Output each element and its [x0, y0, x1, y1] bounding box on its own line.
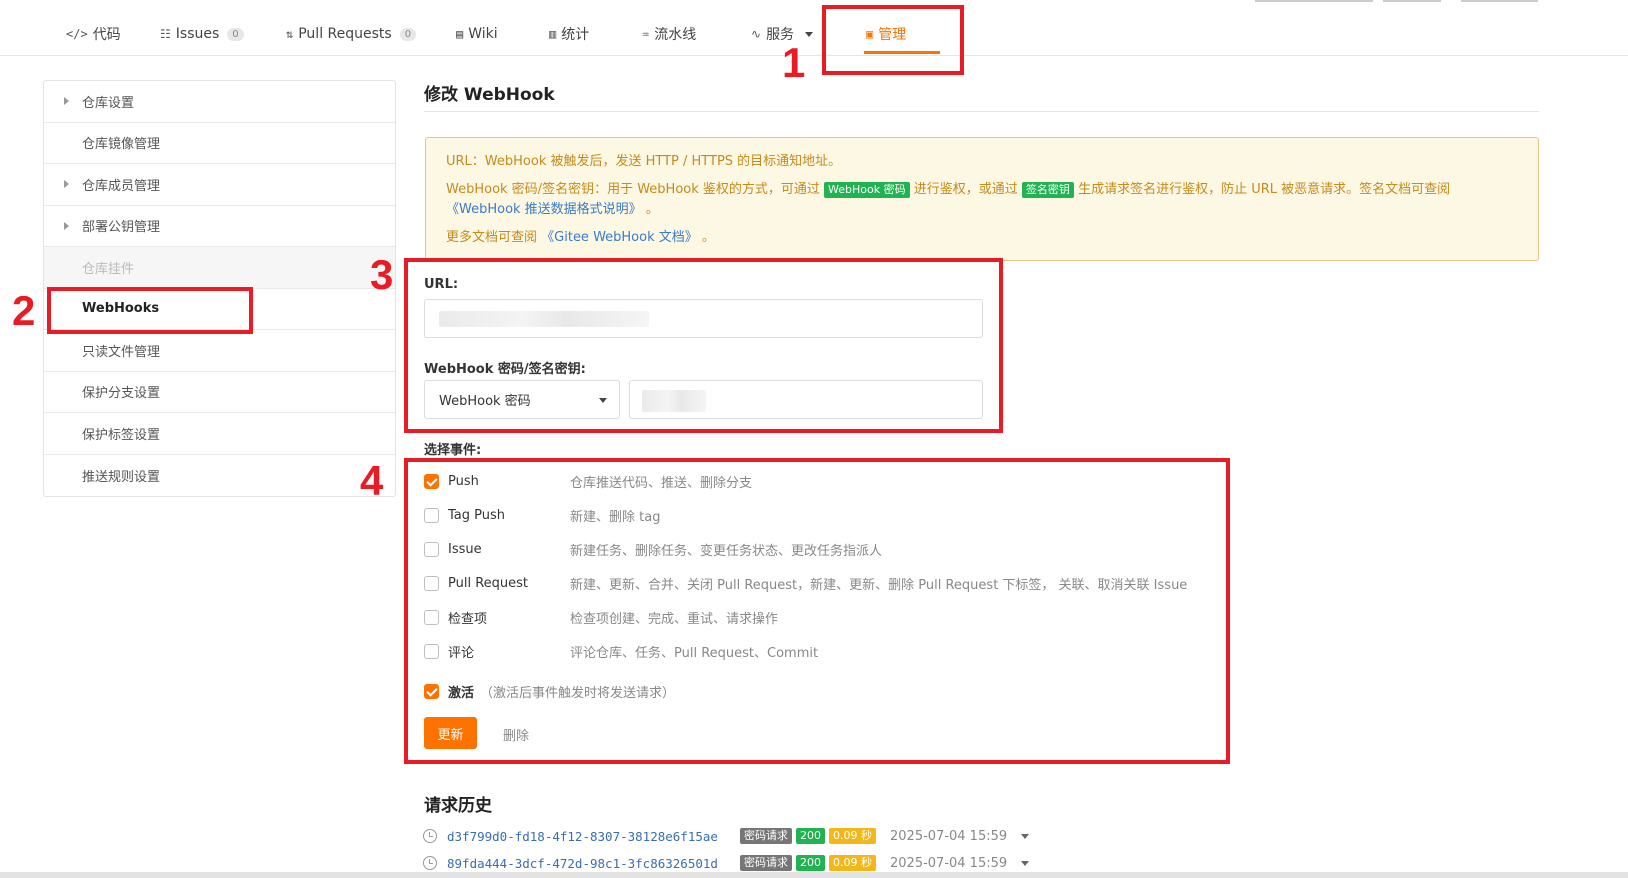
clock-icon — [423, 856, 437, 870]
tab-label: 统计 — [561, 27, 590, 43]
gitee-webhook-doc-link[interactable]: 《Gitee WebHook 文档》 — [541, 230, 698, 245]
notice-text: 生成请求签名进行鉴权，防止 URL 被恶意请求。签名文档可查阅 — [1078, 182, 1451, 197]
pr-count-badge: 0 — [399, 27, 417, 41]
tab-pull-requests[interactable]: ⇅ Pull Requests 0 — [286, 22, 417, 46]
top-edge-stub — [1255, 0, 1373, 2]
duration-badge: 0.09 秒 — [829, 855, 876, 871]
clock-icon — [423, 829, 437, 843]
tab-label: Issues — [175, 26, 220, 42]
request-history-title: 请求历史 — [424, 796, 492, 816]
notice-text: 进行鉴权，或通过 — [913, 182, 1018, 197]
sidebar-item-mirror[interactable]: 仓库镜像管理 — [44, 123, 395, 164]
sidebar-item-members[interactable]: 仓库成员管理 — [44, 164, 395, 206]
tab-label: Pull Requests — [298, 26, 392, 42]
duration-badge: 0.09 秒 — [829, 828, 876, 844]
sidebar-item-label: 仓库挂件 — [82, 261, 135, 277]
repo-nav-bar: </> 代码 ☷ Issues 0 ⇅ Pull Requests 0 ▤ Wi… — [0, 0, 1628, 56]
history-row[interactable]: 89fda444-3dcf-472d-98c1-3fc86326501d 密码请… — [423, 853, 1030, 873]
tab-stats[interactable]: ▥ 统计 — [549, 22, 589, 46]
tab-code[interactable]: </> 代码 — [66, 22, 121, 46]
notice-text: 。 — [645, 202, 659, 217]
top-edge-stub — [1383, 0, 1441, 2]
caret-right-icon — [64, 97, 69, 105]
code-icon: </> — [66, 27, 88, 41]
tab-issues[interactable]: ☷ Issues 0 — [160, 22, 244, 46]
tab-label: 代码 — [92, 27, 121, 43]
push-data-doc-link[interactable]: 《WebHook 推送数据格式说明》 — [446, 202, 642, 217]
notice-text: WebHook 密码/签名密钥：用于 WebHook 鉴权的方式，可通过 — [446, 182, 820, 197]
signature-key-tag: 签名密钥 — [1021, 182, 1074, 198]
notice-docs-line: 更多文档可查阅 《Gitee WebHook 文档》 。 — [446, 228, 1518, 248]
sidebar-item-deploy-keys[interactable]: 部署公钥管理 — [44, 206, 395, 247]
notice-url-line: URL：WebHook 被触发后，发送 HTTP / HTTPS 的目标通知地址… — [446, 154, 842, 169]
request-time: 2025-07-04 15:59 — [890, 855, 1008, 871]
request-time: 2025-07-04 15:59 — [890, 828, 1008, 844]
issues-icon: ☷ — [160, 27, 171, 41]
sidebar-item-push-rules[interactable]: 推送规则设置 — [44, 455, 395, 497]
password-tag: WebHook 密码 — [824, 182, 910, 198]
sidebar-item-repo-settings[interactable]: 仓库设置 — [44, 81, 395, 123]
pulse-icon: ∿ — [751, 27, 762, 41]
annotation-box-3 — [404, 258, 1003, 433]
wiki-icon: ▤ — [456, 27, 464, 41]
sidebar-item-label: 仓库成员管理 — [82, 178, 161, 194]
sidebar-item-widgets: 仓库挂件 — [44, 247, 395, 289]
notice-text: 更多文档可查阅 — [446, 230, 538, 245]
top-edge-stub — [1461, 0, 1538, 2]
issues-count-badge: 0 — [227, 27, 244, 41]
sidebar-item-label: 只读文件管理 — [82, 344, 161, 360]
horizontal-scrollbar[interactable] — [0, 872, 1628, 878]
events-label: 选择事件: — [424, 443, 482, 458]
notice-secret-line: WebHook 密码/签名密钥：用于 WebHook 鉴权的方式，可通过 Web… — [446, 180, 1518, 220]
request-id[interactable]: 89fda444-3dcf-472d-98c1-3fc86326501d — [447, 856, 740, 871]
annotation-number-2: 2 — [12, 287, 36, 334]
sidebar-item-readonly-files[interactable]: 只读文件管理 — [44, 330, 395, 372]
annotation-number-1: 1 — [782, 39, 806, 86]
bar-chart-icon: ▥ — [549, 27, 557, 41]
sidebar-item-label: 部署公钥管理 — [82, 220, 161, 236]
sidebar-item-protected-branches[interactable]: 保护分支设置 — [44, 372, 395, 413]
tab-wiki[interactable]: ▤ Wiki — [456, 22, 498, 46]
annotation-box-1 — [822, 5, 964, 75]
caret-right-icon — [64, 180, 69, 188]
status-badge: 200 — [796, 855, 825, 871]
sidebar-item-label: 保护分支设置 — [82, 386, 161, 402]
request-type-badge: 密码请求 — [740, 828, 792, 844]
history-row[interactable]: d3f799d0-fd18-4f12-8307-38128e6f15ae 密码请… — [423, 826, 1030, 846]
tab-label: 流水线 — [654, 27, 697, 43]
tab-pipeline[interactable]: ♒ 流水线 — [642, 22, 696, 46]
chevron-down-icon[interactable] — [1021, 860, 1030, 866]
annotation-box-4 — [404, 458, 1230, 764]
caret-right-icon — [64, 221, 69, 230]
tab-label: Wiki — [468, 26, 498, 42]
request-id[interactable]: d3f799d0-fd18-4f12-8307-38128e6f15ae — [447, 829, 740, 844]
pipeline-icon: ♒ — [642, 27, 650, 41]
sidebar-item-label: 保护标签设置 — [82, 427, 161, 443]
pull-request-icon: ⇅ — [286, 27, 294, 41]
request-type-badge: 密码请求 — [740, 855, 792, 871]
sidebar-item-label: 仓库设置 — [82, 95, 135, 111]
annotation-number-4: 4 — [360, 457, 384, 504]
status-badge: 200 — [796, 828, 825, 844]
annotation-box-2 — [47, 287, 253, 334]
sidebar-item-protected-tags[interactable]: 保护标签设置 — [44, 413, 395, 455]
notice-text: 。 — [701, 230, 715, 245]
webhook-help-notice: URL：WebHook 被触发后，发送 HTTP / HTTPS 的目标通知地址… — [425, 137, 1539, 261]
chevron-down-icon — [805, 31, 814, 37]
divider — [424, 111, 1539, 112]
sidebar-item-label: 推送规则设置 — [82, 469, 161, 485]
page-title: 修改 WebHook — [424, 85, 555, 105]
chevron-down-icon[interactable] — [1021, 833, 1030, 839]
sidebar-item-label: 仓库镜像管理 — [82, 137, 161, 153]
annotation-number-3: 3 — [370, 251, 394, 298]
